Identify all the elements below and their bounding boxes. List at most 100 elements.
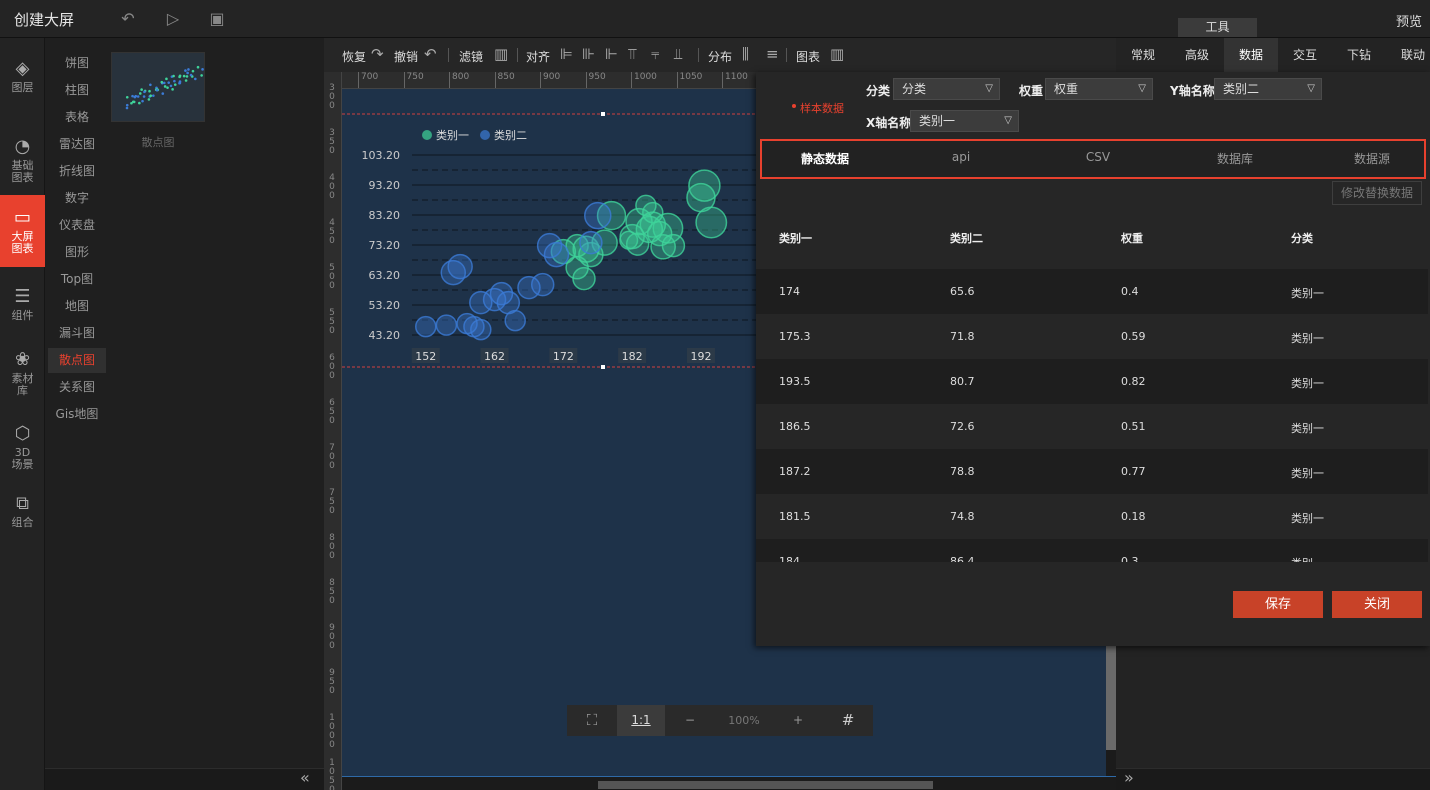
tools-tab[interactable]: 工具 [1178, 18, 1257, 37]
tab-1[interactable]: 高级 [1170, 38, 1224, 72]
scatter-point[interactable] [435, 314, 458, 336]
table-row[interactable]: 186.5 72.6 0.51 类别一 [756, 404, 1428, 449]
align-right-icon[interactable]: ⊩ [605, 45, 618, 63]
scatter-point[interactable] [415, 315, 437, 338]
column-header[interactable]: 类别二 [950, 230, 983, 246]
collapse-right-icon[interactable]: » [1124, 768, 1134, 787]
close-button[interactable]: 关闭 [1332, 591, 1422, 618]
restore-button[interactable]: 恢复 [342, 48, 366, 65]
tab-0[interactable]: 常规 [1116, 38, 1170, 72]
collapse-left-icon[interactable]: « [300, 768, 310, 787]
scatter-point[interactable] [688, 169, 721, 202]
source-tab[interactable]: 数据源 [1322, 150, 1422, 167]
category-item[interactable]: 折线图 [48, 159, 106, 184]
scatter-point[interactable] [625, 232, 650, 256]
category-item[interactable]: 饼图 [48, 51, 106, 76]
save-icon[interactable]: ▣ [207, 9, 227, 29]
column-header[interactable]: 权重 [1121, 230, 1143, 246]
tab-3[interactable]: 交互 [1278, 38, 1332, 72]
zoom-in-button[interactable]: + [773, 705, 823, 736]
zoom-out-button[interactable]: − [665, 705, 715, 736]
table-row[interactable]: 175.3 71.8 0.59 类别一 [756, 314, 1428, 359]
category-item[interactable]: 图形 [48, 240, 106, 265]
scatter-point[interactable] [584, 201, 612, 230]
sidebar-item-6[interactable]: ⧉ 组合 [0, 485, 45, 535]
category-item[interactable]: 地图 [48, 294, 106, 319]
yaxis-select[interactable]: 类别二 ▽ [1214, 78, 1322, 100]
distribute-v-icon[interactable]: ≡ [766, 45, 779, 63]
column-header[interactable]: 类别一 [779, 230, 812, 246]
replace-data-button[interactable]: 修改替换数据 [1332, 181, 1422, 205]
grid-icon[interactable]: # [823, 705, 873, 736]
distribute-button[interactable]: 分布 [708, 48, 732, 65]
category-item[interactable]: Top图 [48, 267, 106, 292]
sidebar-item-3[interactable]: ☰ 组件 [0, 278, 45, 328]
redo-icon[interactable]: ↷ [371, 45, 384, 63]
ratio-button[interactable]: 1:1 [617, 705, 665, 736]
table-row[interactable]: 187.2 78.8 0.77 类别一 [756, 449, 1428, 494]
undo-button[interactable]: 撤销 [394, 48, 418, 65]
undo-icon[interactable]: ↶ [424, 45, 437, 63]
scatter-point[interactable] [447, 253, 473, 280]
category-item[interactable]: 柱图 [48, 78, 106, 103]
category-item[interactable]: 表格 [48, 105, 106, 130]
table-row[interactable]: 174 65.6 0.4 类别一 [756, 269, 1428, 314]
tab-5[interactable]: 联动 [1386, 38, 1430, 72]
category-item[interactable]: 数字 [48, 186, 106, 211]
play-icon[interactable]: ▷ [163, 9, 183, 29]
scatter-point[interactable] [646, 220, 673, 247]
column-header[interactable]: 分类 [1291, 230, 1313, 246]
scatter-point[interactable] [579, 230, 603, 255]
scatter-thumbnail[interactable] [111, 52, 205, 122]
scatter-point[interactable] [642, 201, 664, 224]
source-tab[interactable]: CSV [1048, 150, 1148, 164]
legend-label[interactable]: 类别二 [494, 128, 527, 142]
category-item[interactable]: 散点图 [48, 348, 106, 373]
distribute-h-icon[interactable]: ⫼ [742, 45, 749, 63]
chart-button[interactable]: 图表 [796, 48, 820, 65]
scatter-point[interactable] [572, 266, 596, 291]
scatter-point[interactable] [530, 272, 555, 297]
data-table[interactable]: 174 65.6 0.4 类别一 175.3 71.8 0.59 类别一 193.5 80.7 0.… [756, 269, 1430, 562]
table-row[interactable]: 193.5 80.7 0.82 类别一 [756, 359, 1428, 404]
align-center-icon[interactable]: ⊪ [582, 45, 595, 63]
scatter-point[interactable] [470, 318, 492, 341]
align-left-icon[interactable]: ⊫ [560, 45, 573, 63]
resize-handle-top[interactable] [601, 112, 605, 116]
filter-button[interactable]: 滤镜 [459, 48, 483, 65]
scatter-point[interactable] [543, 241, 570, 268]
sidebar-item-5[interactable]: ⬡ 3D 场景 [0, 415, 45, 475]
sidebar-item-1[interactable]: ◔ 基础 图表 [0, 128, 45, 190]
align-middle-icon[interactable]: ⫧ [651, 45, 659, 63]
weight-select[interactable]: 权重 ▽ [1045, 78, 1153, 100]
category-item[interactable]: 雷达图 [48, 132, 106, 157]
filter-chart-icon[interactable]: ▥ [494, 45, 508, 63]
xaxis-select[interactable]: 类别一 ▽ [910, 110, 1019, 132]
sidebar-item-4[interactable]: ❀ 素材 库 [0, 341, 45, 401]
sidebar-item-0[interactable]: ◈ 图层 [0, 50, 45, 112]
category-item[interactable]: 仪表盘 [48, 213, 106, 238]
save-button[interactable]: 保存 [1233, 591, 1323, 618]
tab-4[interactable]: 下钻 [1332, 38, 1386, 72]
scatter-chart[interactable]: 类别一 类别二 103.20 93.20 83.20 73.20 63.20 53.20 43… [342, 108, 756, 378]
preview-button[interactable]: 预览 [1396, 11, 1422, 30]
table-row[interactable]: 184 86.4 0.3 类别一 [756, 539, 1428, 562]
category-item[interactable]: 漏斗图 [48, 321, 106, 346]
vscroll-thumb[interactable] [1106, 645, 1116, 750]
tab-2[interactable]: 数据 [1224, 38, 1278, 72]
legend-label[interactable]: 类别一 [436, 128, 469, 142]
chart-icon[interactable]: ▥ [830, 45, 844, 63]
table-row[interactable]: 181.5 74.8 0.18 类别一 [756, 494, 1428, 539]
fit-screen-icon[interactable]: ⛶ [567, 705, 617, 736]
source-tab[interactable]: api [911, 150, 1011, 164]
align-bottom-icon[interactable]: ⫫ [674, 45, 682, 63]
back-icon[interactable]: ↶ [118, 9, 138, 29]
hscroll-thumb[interactable] [598, 781, 933, 789]
align-button[interactable]: 对齐 [526, 48, 550, 65]
align-top-icon[interactable]: ⫪ [628, 45, 636, 63]
category-item[interactable]: Gis地图 [48, 402, 106, 427]
source-tab[interactable]: 静态数据 [775, 150, 875, 167]
sidebar-item-2[interactable]: ▭ 大屏 图表 [0, 195, 45, 267]
source-tab[interactable]: 数据库 [1185, 150, 1285, 167]
resize-handle-bottom[interactable] [601, 365, 605, 369]
